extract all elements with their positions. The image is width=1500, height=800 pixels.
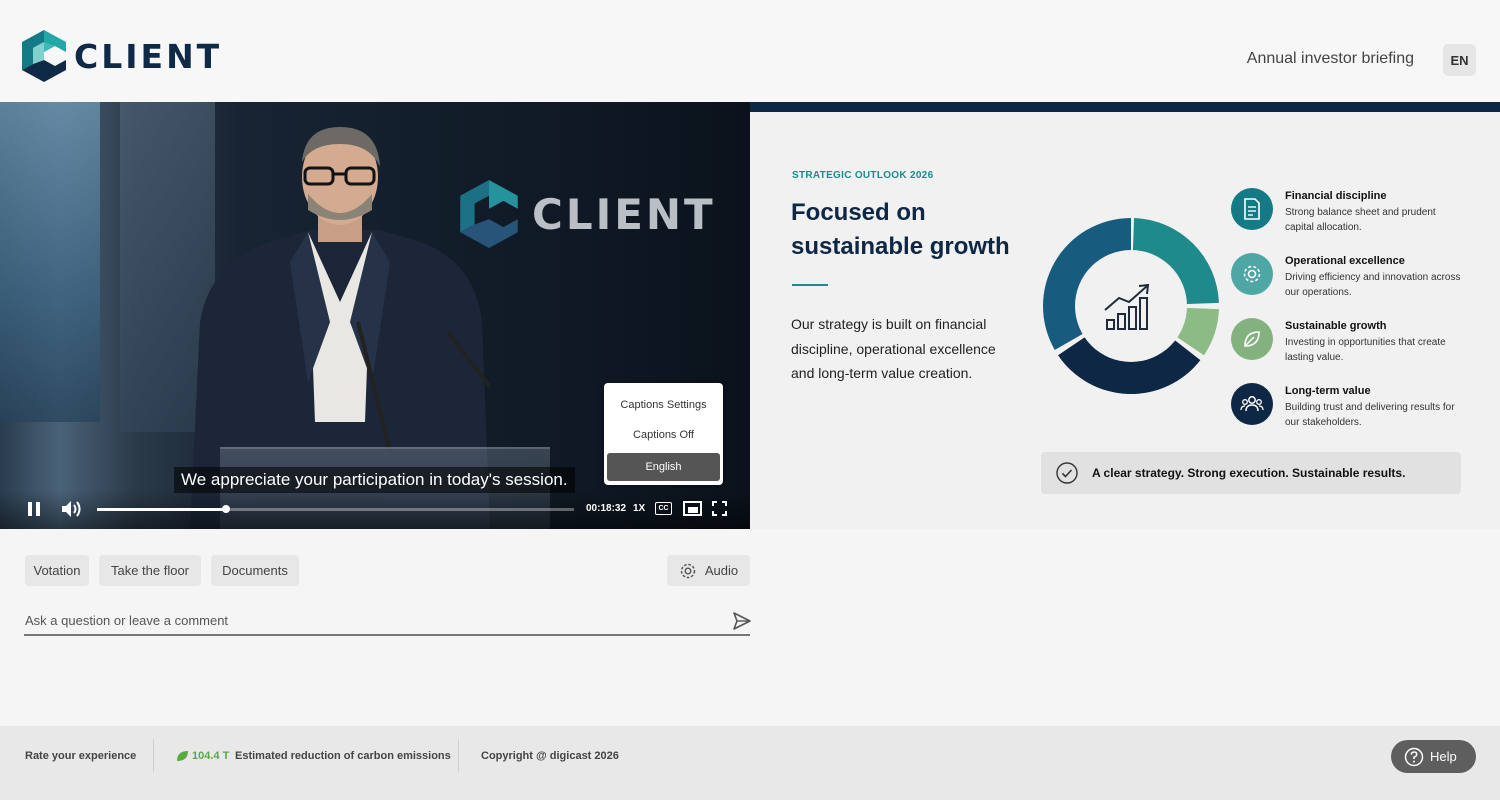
footer-divider [458,739,459,772]
document-icon [1244,198,1260,220]
check-circle-icon [1056,462,1078,484]
brand-logo[interactable]: CLIENT [22,30,222,82]
pillar-title: Operational excellence [1285,255,1405,267]
carbon-reduction-label: Estimated reduction of carbon emissions [235,750,451,762]
audio-button[interactable]: Audio [667,555,750,586]
pillar-icon-circle [1231,318,1273,360]
captions-off-option[interactable]: Captions Off [607,421,720,449]
slide-banner: A clear strategy. Strong execution. Sust… [1041,452,1461,494]
stage-logo-text: CLIENT [532,189,716,239]
gear-icon [1243,265,1261,283]
pillar-icon-circle [1231,188,1273,230]
gear-icon [680,563,696,578]
footer-divider [153,739,154,772]
volume-icon[interactable] [61,500,83,518]
playback-speed-button[interactable]: 1X [633,503,645,514]
footer: Rate your experience 104.4 T Estimated r… [0,726,1500,800]
pillar-financial-discipline: Financial discipline Strong balance shee… [1231,188,1471,238]
pillar-icon-circle [1231,253,1273,295]
copyright-text: Copyright @ digicast 2026 [481,750,619,762]
slide-kicker: STRATEGIC OUTLOOK 2026 [792,170,934,181]
pillar-title: Long-term value [1285,385,1371,397]
help-button[interactable]: Help [1391,740,1476,773]
slide-title: Focused on sustainable growth [791,199,1010,260]
help-icon [1404,747,1424,766]
video-time: 00:18:32 [586,503,627,514]
pillar-title: Financial discipline [1285,190,1387,202]
pause-icon[interactable] [26,501,42,517]
documents-button[interactable]: Documents [211,555,299,586]
pillar-description: Strong balance sheet and prudent capital… [1285,207,1436,233]
audio-button-label: Audio [704,563,739,578]
video-progress-fill [97,508,226,511]
picture-in-picture-icon[interactable] [683,501,702,516]
pillar-description: Building trust and delivering results fo… [1285,402,1455,428]
slide-body: Our strategy is built on financial disci… [791,316,996,381]
background-building [0,102,100,422]
slide-banner-text: A clear strategy. Strong execution. Sust… [1092,466,1406,480]
pillar-long-term-value: Long-term value Building trust and deliv… [1231,383,1471,433]
client-logo-icon [22,30,66,82]
header: CLIENT Annual investor briefing EN [0,0,1500,102]
pillar-description: Driving efficiency and innovation across… [1285,272,1461,298]
leaf-icon [1244,331,1260,347]
pillar-operational-excellence: Operational excellence Driving efficienc… [1231,253,1471,303]
captions-menu: Captions Settings Captions Off English [604,383,723,485]
video-progress-bar[interactable] [97,505,574,513]
pillar-sustainable-growth: Sustainable growth Investing in opportun… [1231,318,1471,368]
presentation-slide: STRATEGIC OUTLOOK 2026 Focused on sustai… [750,102,1500,529]
send-icon[interactable] [732,611,752,631]
captions-english-option[interactable]: English [607,453,720,481]
pillar-icon-circle [1231,383,1273,425]
cc-icon[interactable]: CC [655,502,672,515]
slide-divider [792,284,828,286]
leaf-icon [177,751,188,761]
votation-button[interactable]: Votation [25,555,89,586]
people-icon [1240,396,1264,412]
stage-logo: CLIENT [460,180,716,248]
comment-field[interactable] [24,604,750,636]
strategy-donut-chart [1043,218,1219,394]
comment-input[interactable] [25,610,715,630]
captions-settings-option[interactable]: Captions Settings [607,391,720,419]
fullscreen-icon[interactable] [712,501,727,516]
pillar-title: Sustainable growth [1285,320,1387,332]
event-title: Annual investor briefing [1246,50,1414,67]
carbon-reduction-value: 104.4 T [192,750,230,762]
brand-name: CLIENT [74,36,223,76]
pillar-description: Investing in opportunities that create l… [1285,337,1446,363]
language-button[interactable]: EN [1443,44,1476,76]
video-progress-handle[interactable] [221,505,230,513]
take-the-floor-button[interactable]: Take the floor [99,555,201,586]
rate-experience-link[interactable]: Rate your experience [25,750,136,762]
help-label: Help [1430,749,1457,764]
